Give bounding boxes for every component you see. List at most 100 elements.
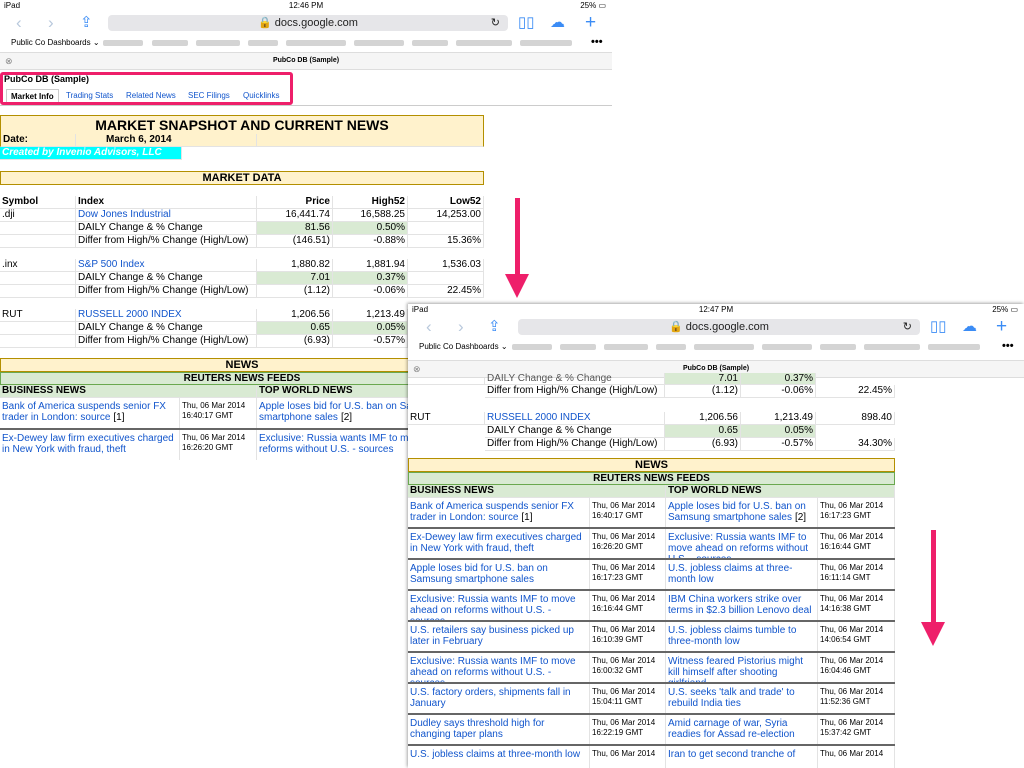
business-news-link[interactable]: Ex-Dewey law firm executives charged in … [408, 529, 590, 560]
index-name-link[interactable]: S&P 500 Index [76, 259, 257, 272]
business-headline[interactable]: Exclusive: Russia wants IMF to move ahea… [410, 594, 576, 621]
world-news-link[interactable]: IBM China workers strike over terms in $… [666, 591, 818, 622]
new-tab-icon[interactable]: + [996, 317, 1007, 336]
empty-cell [0, 222, 76, 235]
back-icon[interactable]: ‹ [16, 14, 22, 32]
business-news-link[interactable]: U.S. retailers say business picked up la… [408, 622, 590, 653]
new-tab-icon[interactable]: + [585, 13, 596, 32]
business-headline[interactable]: Dudley says threshold high for changing … [410, 718, 545, 740]
business-headline[interactable]: U.S. jobless claims at three-month low [410, 749, 580, 760]
world-headline[interactable]: IBM China workers strike over terms in $… [668, 594, 811, 616]
blurred-bookmark [604, 344, 648, 350]
index-name-link[interactable]: Dow Jones Industrial [76, 209, 257, 222]
news-time: 15:04:11 GMT [592, 697, 643, 706]
index-name-link[interactable]: RUSSELL 2000 INDEX [485, 412, 665, 425]
cloud-icon[interactable]: ☁ [550, 14, 565, 32]
forward-icon[interactable]: › [458, 318, 464, 336]
world-headline[interactable]: U.S. jobless claims at three-month low [668, 563, 793, 585]
business-news-link[interactable]: U.S. factory orders, shipments fall in J… [408, 684, 590, 715]
reload-icon[interactable]: ↻ [903, 319, 912, 335]
close-tab-icon[interactable]: ⊗ [413, 361, 421, 377]
business-headline[interactable]: U.S. retailers say business picked up la… [410, 625, 574, 647]
cloud-icon[interactable]: ☁ [962, 318, 977, 336]
business-headline[interactable]: U.S. factory orders, shipments fall in J… [410, 687, 571, 709]
business-news-header: BUSINESS NEWS [408, 485, 666, 498]
low-change-pct: 22.45% [408, 285, 484, 298]
business-news-link[interactable]: Exclusive: Russia wants IMF to move ahea… [408, 653, 590, 684]
address-bar[interactable]: 🔒 docs.google.com ↻ [108, 15, 508, 31]
business-headline[interactable]: Bank of America suspends senior FX trade… [2, 401, 166, 423]
blurred-bookmark [560, 344, 596, 350]
business-headline[interactable]: Exclusive: Russia wants IMF to move ahea… [410, 656, 576, 683]
source-ref: [2] [794, 512, 807, 523]
reader-icon[interactable]: ▯▯ [930, 318, 947, 336]
blurred-bookmark [196, 40, 240, 46]
business-headline[interactable]: Apple loses bid for U.S. ban on Samsung … [410, 563, 548, 585]
business-news-link[interactable]: Ex-Dewey law firm executives charged in … [0, 430, 180, 460]
business-news-date: Thu, 06 Mar 2014 16:40:17 GMT [590, 498, 666, 529]
business-news-header: BUSINESS NEWS [0, 385, 257, 398]
world-headline[interactable]: Exclusive: Russia wants IMF to move ahea… [668, 532, 808, 559]
news-date: Thu, 06 Mar 2014 [592, 718, 656, 727]
business-news-link[interactable]: Bank of America suspends senior FX trade… [408, 498, 590, 529]
differ-label: Differ from High/% Change (High/Low) [76, 335, 257, 348]
business-news-link[interactable]: Bank of America suspends senior FX trade… [0, 398, 180, 430]
forward-icon[interactable]: › [48, 14, 54, 32]
news-time: 16:16:44 GMT [592, 604, 644, 613]
address-bar[interactable]: 🔒 docs.google.com ↻ [518, 319, 920, 335]
world-headline[interactable]: Witness feared Pistorius might kill hims… [668, 656, 803, 683]
business-headline[interactable]: Ex-Dewey law firm executives charged in … [410, 532, 582, 554]
daily-change-value: 0.65 [665, 425, 741, 438]
business-news-link[interactable]: Apple loses bid for U.S. ban on Samsung … [408, 560, 590, 591]
world-news-link[interactable]: U.S. jobless claims tumble to three-mont… [666, 622, 818, 653]
back-icon[interactable]: ‹ [426, 318, 432, 336]
world-news-link[interactable]: Amid carnage of war, Syria readies for A… [666, 715, 818, 746]
world-news-link[interactable]: U.S. seeks 'talk and trade' to rebuild I… [666, 684, 818, 715]
share-icon[interactable]: ⇪ [488, 318, 501, 336]
blurred-bookmark [762, 344, 812, 350]
business-headline[interactable]: Bank of America suspends senior FX trade… [410, 501, 574, 523]
share-icon[interactable]: ⇪ [80, 14, 93, 32]
more-icon[interactable]: ••• [591, 36, 603, 48]
business-news-link[interactable]: Exclusive: Russia wants IMF to move ahea… [408, 591, 590, 622]
business-news-link[interactable]: U.S. jobless claims at three-month low [408, 746, 590, 768]
close-tab-icon[interactable]: ⊗ [5, 53, 13, 69]
world-headline[interactable]: Iran to get second tranche of [668, 749, 795, 760]
world-news-link[interactable]: U.S. jobless claims at three-month low [666, 560, 818, 591]
world-headline[interactable]: U.S. seeks 'talk and trade' to rebuild I… [668, 687, 795, 709]
bookmark-folder[interactable]: Public Co Dashboards ⌄ [11, 38, 100, 47]
reload-icon[interactable]: ↻ [491, 15, 500, 31]
market-data-header: MARKET DATA [0, 171, 484, 185]
daily-change-pct: 0.05% [741, 425, 816, 438]
world-news-link[interactable]: Iran to get second tranche of [666, 746, 818, 768]
world-headline[interactable]: U.S. jobless claims tumble to three-mont… [668, 625, 796, 647]
blurred-bookmark [354, 40, 404, 46]
world-news-link[interactable]: Witness feared Pistorius might kill hims… [666, 653, 818, 684]
more-icon[interactable]: ••• [1002, 340, 1014, 352]
index-low52: 898.40 [816, 412, 895, 425]
battery-icon: ▭ [598, 1, 606, 10]
daily-change-value: 0.65 [257, 322, 333, 335]
news-date: Thu, 06 Mar 2014 [820, 594, 884, 603]
index-price: 1,880.82 [257, 259, 333, 272]
index-name-link[interactable]: RUSSELL 2000 INDEX [76, 309, 257, 322]
business-news-date: Thu, 06 Mar 2014 16:16:44 GMT [590, 591, 666, 622]
low-change-pct: 34.30% [816, 438, 895, 451]
business-news-link[interactable]: Dudley says threshold high for changing … [408, 715, 590, 746]
news-date: Thu, 06 Mar 2014 [182, 401, 246, 410]
news-time: 14:06:54 GMT [820, 635, 872, 644]
world-news-link[interactable]: Exclusive: Russia wants IMF to move ahea… [666, 529, 818, 560]
partial-daily-label: DAILY Change & % Change [485, 373, 665, 385]
news-date: Thu, 06 Mar 2014 [592, 687, 656, 696]
reader-icon[interactable]: ▯▯ [518, 14, 535, 32]
world-headline[interactable]: Amid carnage of war, Syria readies for A… [668, 718, 795, 740]
differ-value: (6.93) [257, 335, 333, 348]
battery-text: 25% [580, 1, 597, 10]
news-date: Thu, 06 Mar 2014 [820, 625, 884, 634]
world-headline[interactable]: Apple loses bid for U.S. ban on Samsung … [668, 501, 806, 523]
bookmark-folder[interactable]: Public Co Dashboards ⌄ [419, 342, 508, 351]
world-news-link[interactable]: Apple loses bid for U.S. ban on Samsung … [666, 498, 818, 529]
business-headline[interactable]: Ex-Dewey law firm executives charged in … [2, 433, 174, 455]
world-news-date: Thu, 06 Mar 2014 16:04:46 GMT [818, 653, 895, 684]
blurred-bookmark [820, 344, 856, 350]
